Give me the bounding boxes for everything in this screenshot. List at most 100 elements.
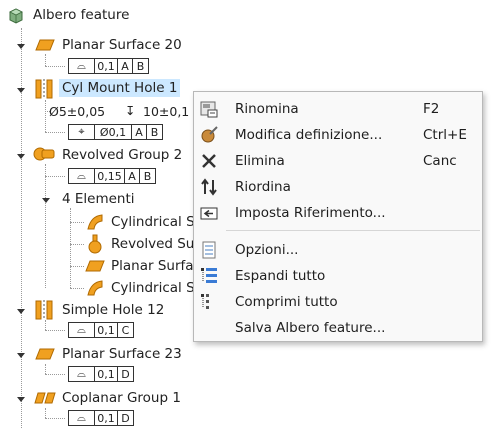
menu-item-label: Imposta Riferimento... bbox=[235, 205, 386, 221]
depth-symbol-icon: ↧ bbox=[125, 103, 136, 118]
menu-item-label: Riordina bbox=[235, 179, 291, 195]
tree-item-simple-hole-12[interactable]: Simple Hole 12 bbox=[62, 302, 164, 318]
tree-item-coplanar-group-1[interactable]: Coplanar Group 1 bbox=[62, 390, 181, 406]
options-icon bbox=[200, 241, 218, 259]
tree-guide-line bbox=[45, 408, 46, 418]
menu-item-riordina[interactable]: Riordina bbox=[194, 174, 482, 200]
tolerance-value: 0,1 bbox=[95, 411, 118, 425]
tolerance-frame-simple-hole-12[interactable]: ⌓ 0,1 C bbox=[68, 322, 134, 338]
context-menu: Rinomina F2 Modifica definizione... Ctrl… bbox=[193, 91, 483, 342]
tree-guide-line bbox=[45, 100, 46, 132]
tolerance-value: 0,15 bbox=[95, 169, 125, 183]
expand-toggle-coplanar-group-1[interactable] bbox=[17, 397, 25, 402]
menu-item-label: Rinomina bbox=[235, 101, 299, 117]
planar-surface-icon bbox=[35, 38, 55, 52]
tolerance-value: 0,1 bbox=[95, 323, 118, 337]
tree-item-planar-surface-23[interactable]: Planar Surface 23 bbox=[62, 346, 182, 362]
datum-ref: A bbox=[132, 125, 147, 139]
tree-guide-line bbox=[45, 330, 65, 331]
profile-symbol: ⌓ bbox=[69, 367, 95, 381]
tree-root-label[interactable]: Albero feature bbox=[33, 7, 129, 23]
menu-item-label: Salva Albero feature... bbox=[235, 320, 386, 336]
tree-guide-line bbox=[70, 266, 84, 267]
set-reference-icon bbox=[200, 204, 218, 222]
tree-guide-line bbox=[45, 418, 65, 419]
position-symbol: ⌖ bbox=[69, 125, 95, 139]
tolerance-value: Ø0,1 bbox=[95, 125, 132, 139]
tolerance-frame-cyl-mount-hole-1[interactable]: ⌖ Ø0,1 A B bbox=[68, 124, 163, 140]
datum-ref: C bbox=[121, 323, 130, 337]
tree-item-cylindrical-surface[interactable]: Cylindrical S bbox=[111, 214, 195, 230]
cylindrical-surface-icon bbox=[85, 278, 105, 298]
tree-item-cylindrical-surface[interactable]: Cylindrical S bbox=[111, 280, 195, 296]
tree-item-4-elementi[interactable]: 4 Elementi bbox=[62, 191, 135, 207]
menu-item-modifica-definizione[interactable]: Modifica definizione... Ctrl+E bbox=[194, 122, 482, 148]
rename-icon bbox=[200, 100, 218, 118]
tolerance-value: 0,1 bbox=[95, 59, 118, 73]
part-icon bbox=[7, 7, 25, 25]
tree-guide-line bbox=[70, 244, 84, 245]
expand-toggle-cyl-mount-hole-1[interactable] bbox=[17, 88, 25, 93]
tree-guide-line bbox=[45, 66, 65, 67]
expand-toggle-4-elementi[interactable] bbox=[42, 198, 50, 203]
tree-item-revolved-group-2[interactable]: Revolved Group 2 bbox=[62, 147, 182, 163]
menu-item-shortcut: Canc bbox=[423, 153, 457, 169]
datum-ref: D bbox=[121, 367, 130, 381]
depth-dimension[interactable]: 10±0,1 bbox=[143, 104, 189, 119]
datum-ref: B bbox=[150, 125, 159, 139]
save-tree-icon bbox=[200, 319, 218, 337]
menu-item-label: Opzioni... bbox=[235, 242, 299, 258]
expand-toggle-planar-surface-20[interactable] bbox=[17, 44, 25, 49]
tree-item-revolved-surface[interactable]: Revolved Su bbox=[111, 236, 194, 252]
expand-toggle-revolved-group-2[interactable] bbox=[17, 154, 25, 159]
tree-guide-line bbox=[45, 374, 65, 375]
expand-toggle-simple-hole-12[interactable] bbox=[17, 309, 25, 314]
tree-guide-line bbox=[45, 164, 46, 288]
expand-all-icon bbox=[200, 267, 218, 285]
profile-symbol: ⌓ bbox=[69, 411, 95, 425]
coplanar-group-icon bbox=[34, 391, 56, 405]
profile-symbol: ⌓ bbox=[69, 323, 95, 337]
tree-item-cyl-mount-hole-1[interactable]: Cyl Mount Hole 1 bbox=[59, 79, 181, 97]
menu-item-imposta-riferimento[interactable]: Imposta Riferimento... bbox=[194, 200, 482, 226]
menu-item-elimina[interactable]: Elimina Canc bbox=[194, 148, 482, 174]
menu-item-label: Modifica definizione... bbox=[235, 127, 383, 143]
profile-symbol: ⌓ bbox=[69, 59, 95, 73]
hole-icon bbox=[35, 79, 53, 99]
revolved-group-icon bbox=[33, 146, 55, 162]
menu-item-opzioni[interactable]: Opzioni... bbox=[194, 237, 482, 263]
menu-item-comprimi-tutto[interactable]: Comprimi tutto bbox=[194, 289, 482, 315]
tree-guide-line bbox=[45, 54, 46, 66]
expand-toggle-planar-surface-23[interactable] bbox=[17, 353, 25, 358]
datum-ref: B bbox=[136, 59, 145, 73]
tolerance-frame-planar-surface-23[interactable]: ⌓ 0,1 D bbox=[68, 366, 134, 382]
tolerance-frame-revolved-group-2[interactable]: ⌓ 0,15 A B bbox=[68, 168, 156, 184]
tree-guide-line bbox=[70, 222, 84, 223]
delete-icon bbox=[200, 152, 218, 170]
tree-item-planar-surface-20[interactable]: Planar Surface 20 bbox=[62, 37, 182, 53]
tree-guide-line bbox=[45, 364, 46, 374]
reorder-icon bbox=[200, 178, 218, 196]
datum-ref: A bbox=[118, 59, 133, 73]
menu-item-label: Comprimi tutto bbox=[235, 294, 338, 310]
tolerance-frame-planar-surface-20[interactable]: ⌓ 0,1 A B bbox=[68, 58, 149, 74]
hole-icon bbox=[35, 300, 53, 320]
datum-ref: A bbox=[125, 169, 140, 183]
tree-item-planar-surface[interactable]: Planar Surfac bbox=[111, 258, 201, 274]
tree-guide-line bbox=[70, 208, 71, 288]
menu-item-label: Elimina bbox=[235, 153, 285, 169]
diameter-dimension[interactable]: Ø5±0,05 bbox=[49, 104, 105, 119]
datum-ref: B bbox=[143, 169, 152, 183]
menu-item-rinomina[interactable]: Rinomina F2 bbox=[194, 96, 482, 122]
tree-guide-line bbox=[45, 176, 65, 177]
menu-item-espandi-tutto[interactable]: Espandi tutto bbox=[194, 263, 482, 289]
tree-guide-line bbox=[45, 132, 65, 133]
tree-guide-line bbox=[70, 288, 84, 289]
menu-separator bbox=[226, 230, 480, 231]
tolerance-frame-coplanar-group-1[interactable]: ⌓ 0,1 D bbox=[68, 410, 134, 426]
profile-symbol: ⌓ bbox=[69, 169, 95, 183]
menu-item-shortcut: Ctrl+E bbox=[423, 127, 467, 143]
menu-item-salva-albero-feature[interactable]: Salva Albero feature... bbox=[194, 315, 482, 341]
cylindrical-surface-icon bbox=[85, 212, 105, 232]
tolerance-value: 0,1 bbox=[95, 367, 118, 381]
